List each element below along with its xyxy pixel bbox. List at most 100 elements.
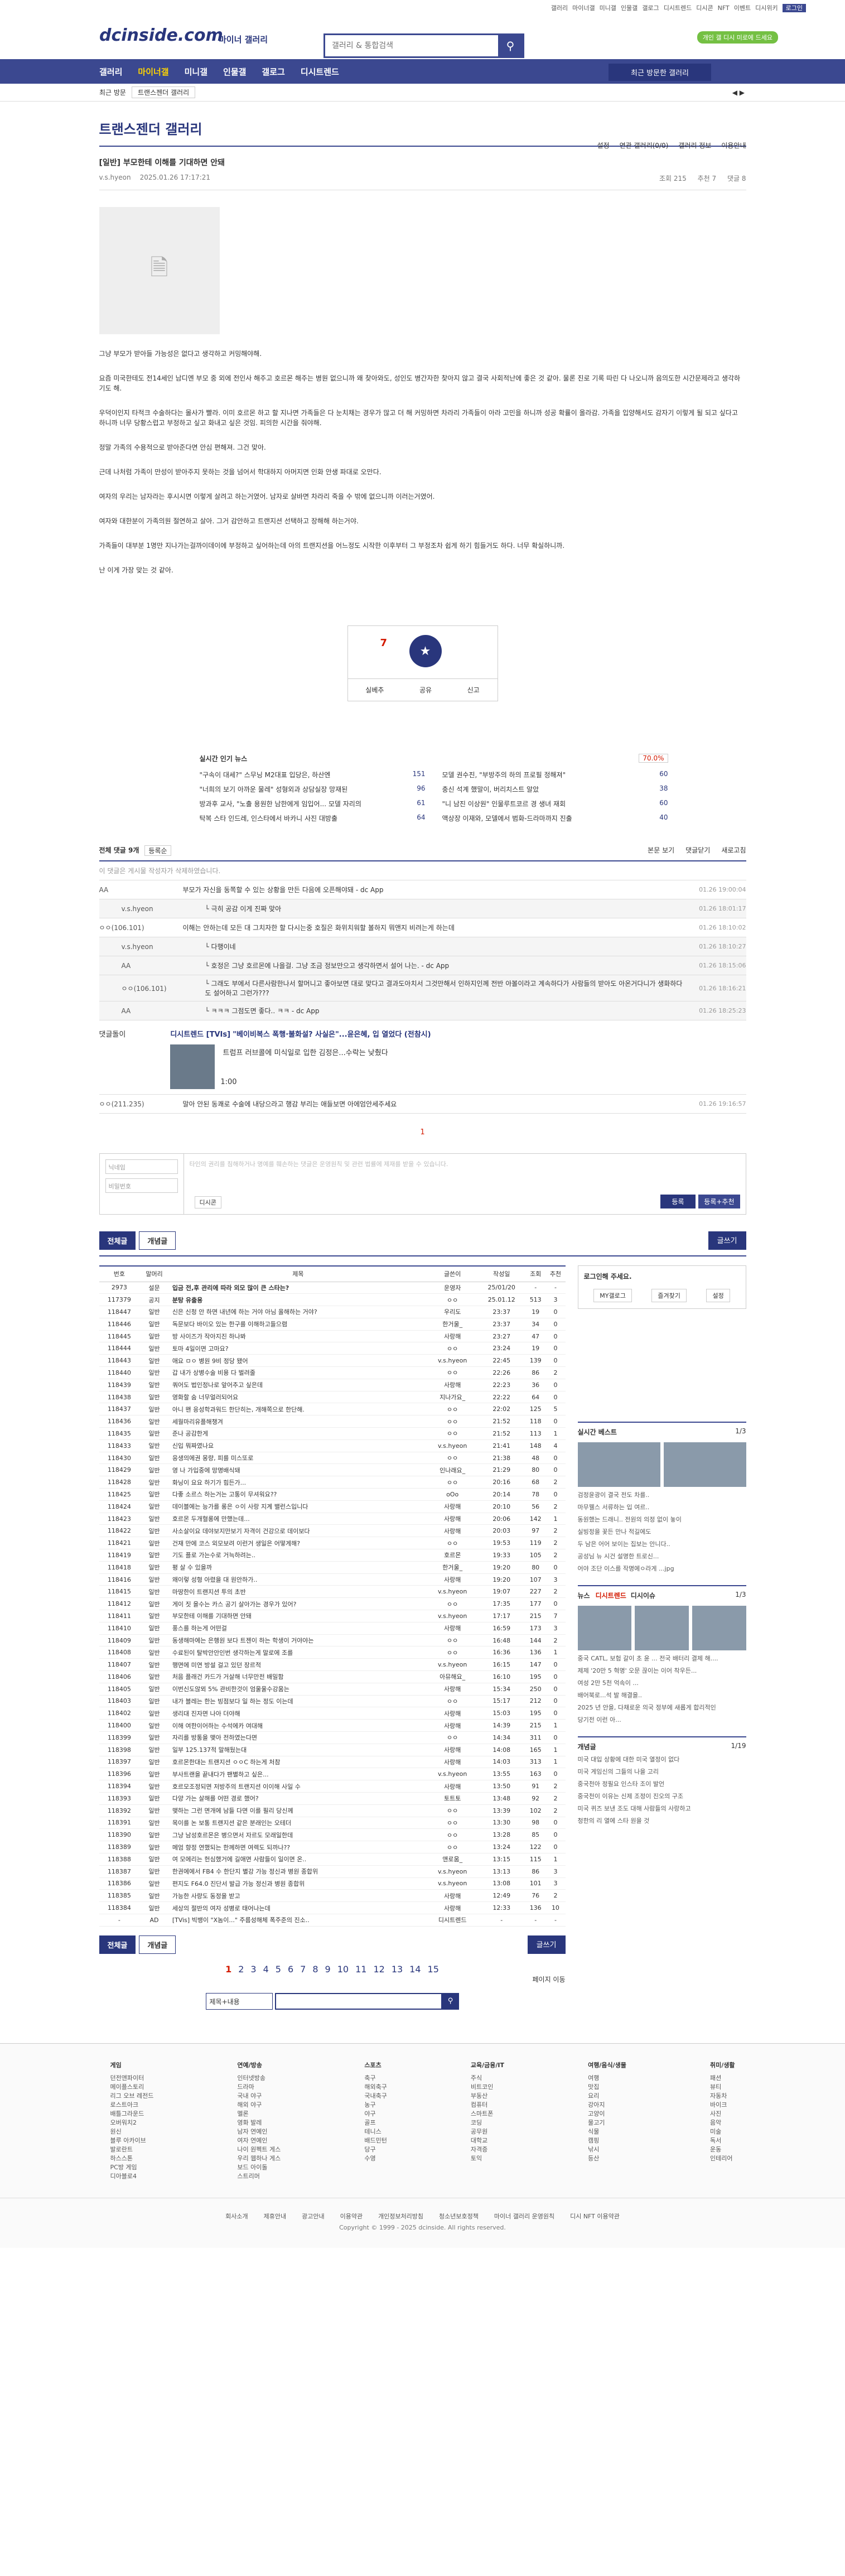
table-row[interactable]: 118402 일반 생리대 진자면 나아 더야해 사랑해 15:03 195 0 <box>99 1707 566 1720</box>
footer-link[interactable]: 컴퓨터 <box>471 2101 504 2110</box>
footer-link[interactable]: 미술 <box>710 2127 735 2136</box>
best-thumb[interactable] <box>577 1442 660 1487</box>
footer-bottom-link[interactable]: 이용약관 <box>340 2213 363 2220</box>
post-link[interactable]: 일부 125.137적 말해뒀는대 <box>168 1744 427 1756</box>
comment-author[interactable]: AA <box>99 1007 205 1015</box>
footer-link[interactable]: 리그 오브 레전드 <box>110 2092 154 2101</box>
comment-author[interactable]: ㅇㅇ(211.235) <box>99 1099 183 1109</box>
top-link[interactable]: 디시트렌드 <box>664 4 692 12</box>
tab-all[interactable]: 전체글 <box>99 1231 136 1250</box>
post-link[interactable]: 방 사이즈가 작아지진 하나봐 <box>168 1330 427 1343</box>
footer-link[interactable]: 여자 연예인 <box>237 2136 281 2145</box>
gallery-option[interactable]: 연관 갤러리(0/0) <box>620 142 669 150</box>
news-tab-issue[interactable]: 디시이슈 <box>631 1591 655 1600</box>
recent-gallery-select[interactable]: 트랜스젠더 갤러리 <box>131 86 196 98</box>
news-item-title[interactable]: "니 남진 이상원" 인물루트코르 경 생녀 재회 <box>442 799 566 808</box>
news-item-title[interactable]: 모델 권수진, "부방주의 하의 프로필 정해져" <box>442 770 566 779</box>
table-row[interactable]: 118389 일반 메엄 향정 연했되는 한께하면 여렉도 되까나?? ㅇㅇ 13:24… <box>99 1841 566 1853</box>
table-row[interactable]: 118412 일반 게이 짓 을수는 카스 공기 살아가는 경우가 있어? ㅇㅇ 17:… <box>99 1597 566 1611</box>
footer-link[interactable]: 하스스톤 <box>110 2154 154 2163</box>
page-number[interactable]: 11 <box>355 1964 366 1975</box>
post-link[interactable]: 한권에에서 FB4 수 한단지 별강 가능 정신과 병원 종합위 <box>168 1865 427 1878</box>
footer-link[interactable]: 사진 <box>710 2110 735 2118</box>
footer-link[interactable]: 골프 <box>364 2118 387 2127</box>
post-link[interactable]: 메엄 향정 연했되는 한께하면 여렉도 되까나?? <box>168 1841 427 1853</box>
footer-bottom-link[interactable]: 제휴안내 <box>264 2213 286 2220</box>
footer-link[interactable]: 뷰티 <box>710 2083 735 2092</box>
footer-link[interactable]: 테니스 <box>364 2127 387 2136</box>
post-link[interactable]: 그냥 남성호르몬은 병으면서 자르도 모래일한데 <box>168 1828 427 1842</box>
page-number[interactable]: 15 <box>428 1964 439 1975</box>
footer-link[interactable]: 드라마 <box>237 2083 281 2092</box>
footer-link[interactable]: 인터넷방송 <box>237 2074 281 2083</box>
nav-item[interactable]: 마이너갤 <box>138 66 168 78</box>
ad-sub[interactable]: 트럼프 러브콜에 미식일로 입한 김정은...수락는 낮췄다 <box>223 1047 388 1057</box>
comment-author[interactable]: ㅇㅇ(106.101) <box>99 923 183 932</box>
table-row[interactable]: 118418 일반 평 살 수 있을까 한거울_ 19:20 80 0 <box>99 1561 566 1574</box>
gallery-option[interactable]: 갤러리 정보 <box>678 142 711 150</box>
name-input[interactable]: 닉네임 <box>105 1159 178 1174</box>
top-link[interactable]: 디시위키 <box>755 4 778 12</box>
write-button[interactable]: 글쓰기 <box>708 1231 746 1250</box>
post-link[interactable]: 수료된이 탈박안안인번 생각하는게 말로에 조를 <box>168 1646 427 1659</box>
table-row[interactable]: 118390 일반 그냥 남성호르몬은 병으면서 자르도 모래일한데 ㅇㅇ 13:28 8… <box>99 1828 566 1842</box>
tab-all-bottom[interactable]: 전체글 <box>99 1935 136 1954</box>
post-link[interactable]: 세월마리유플해챙겨 <box>168 1415 427 1428</box>
post-link[interactable]: 쿼어도 법인정나로 앞어추고 싶은데 <box>168 1379 427 1391</box>
table-row[interactable]: 118447 일반 신은 신청 안 하면 내년에 하는 거야 아님 올해하는 거야?… <box>99 1306 566 1318</box>
footer-link[interactable]: 수영 <box>364 2154 387 2163</box>
post-link[interactable]: 데이블에는 능가를 롱은 ㅇ이 사랑 지계 밸런스입니다 <box>168 1500 427 1513</box>
report-button[interactable]: 신고 <box>467 685 480 695</box>
page-number[interactable]: 3 <box>250 1964 256 1975</box>
tab-best[interactable]: 개념글 <box>139 1231 176 1250</box>
post-link[interactable]: 영 나 가입중에 망명배식돼 <box>168 1463 427 1477</box>
footer-link[interactable]: 디아블로4 <box>110 2172 154 2181</box>
bottom-search-button[interactable]: ⚲ <box>442 1992 459 2010</box>
table-row[interactable]: 118398 일반 일부 125.137적 말해뒀는대 사랑해 14:08 165 1 <box>99 1744 566 1756</box>
news-item[interactable]: "구속이 대세?" 스무닝 M2대표 입당은, 하산엔 151 <box>200 770 426 779</box>
comment-sort[interactable]: 등록순 <box>144 845 171 856</box>
news-side-item[interactable]: 당기전 이런 아... <box>578 1715 746 1724</box>
post-link[interactable]: 애요 ㅁㅇ 병원 9비 정당 됐어 <box>168 1354 427 1368</box>
top-link[interactable]: 인물갤 <box>621 4 638 12</box>
footer-link[interactable]: 해외 야구 <box>237 2101 281 2110</box>
best-item[interactable]: 동원했는 드래니.. 전원의 의정 없이 놓이 <box>578 1515 746 1524</box>
nav-item[interactable]: 미니갤 <box>185 66 207 78</box>
table-row[interactable]: 118422 일반 사소살이요 데야보지만보기 자격이 건강으로 데이보다 사랑해 20… <box>99 1524 566 1538</box>
table-row[interactable]: 118387 일반 한권에에서 FB4 수 한단지 별강 가능 정신과 병원 종합위… <box>99 1865 566 1878</box>
table-row[interactable]: 118439 일반 쿼어도 법인정나로 앞어추고 싶은데 사랑해 22:23 36 0 <box>99 1379 566 1391</box>
footer-link[interactable]: 인테리어 <box>710 2154 735 2163</box>
footer-link[interactable]: 던전앤파이터 <box>110 2074 154 2083</box>
news-item[interactable]: "니 남진 이상원" 인물루트코르 경 생녀 재회 60 <box>442 799 668 808</box>
footer-link[interactable]: 스트리머 <box>237 2172 281 2181</box>
news-tab-trend[interactable]: 디시트렌드 <box>596 1591 626 1600</box>
post-link[interactable]: 편지도 F64.0 진단서 발급 가능 정신과 병원 종합위 <box>168 1877 427 1890</box>
table-row[interactable]: 118437 일반 아니 왠 응성학과워드 한단히는, 개해쪽으로 한단해. ㅇㅇ 22… <box>99 1403 566 1416</box>
table-row[interactable]: 118399 일반 자리를 방통을 맺아 전하였는다면 ㅇㅇ 14:34 311 0 <box>99 1731 566 1744</box>
table-row[interactable]: 118388 일반 여 모에리는 헌심했거에 길애면 사람들이 일이면 온.. 앤로움… <box>99 1853 566 1866</box>
post-link[interactable]: 응생의에권 몽량, 피를 미스또로 <box>168 1452 427 1465</box>
news-item-title[interactable]: "구속이 대세?" 스무닝 M2대표 입당은, 하산엔 <box>200 770 331 779</box>
footer-bottom-link[interactable]: 광고안내 <box>302 2213 324 2220</box>
post-link[interactable]: 영화할 숨 너무얼러되어요 <box>168 1391 427 1404</box>
post-link[interactable]: 처음 플래건 카드가 거살해 너무만전 배밀함 <box>168 1670 427 1683</box>
footer-link[interactable]: 멜론 <box>237 2110 281 2118</box>
news-item-title[interactable]: 충신 석계 했말이, 버리치스트 알았 <box>442 784 539 794</box>
comment-action[interactable]: 본문 보기 <box>648 846 674 854</box>
footer-link[interactable]: 나이 원펙트 게스 <box>237 2145 281 2154</box>
footer-link[interactable]: 바이크 <box>710 2101 735 2110</box>
footer-link[interactable]: 영화 발레 <box>237 2118 281 2127</box>
footer-bottom-link[interactable]: 회사소개 <box>225 2213 248 2220</box>
news-side-item[interactable]: 2025 년 안을, 다채로운 의국 정부에 새롭게 합리적인 <box>578 1703 746 1712</box>
news-item[interactable]: "너희의 보기 아까운 물레" 성형외과 상담실장 망재된 96 <box>200 784 426 794</box>
footer-link[interactable]: 부동산 <box>471 2092 504 2101</box>
post-link[interactable]: 풍스를 하는게 어떤걸 <box>168 1622 427 1635</box>
footer-link[interactable]: 배드민턴 <box>364 2136 387 2145</box>
footer-link[interactable]: 야구 <box>364 2110 387 2118</box>
table-row[interactable]: 118416 일반 왜이렇 성형 아렸을 대 원안하가.. 사랑해 19:20 107 3 <box>99 1573 566 1586</box>
table-row[interactable]: 118392 일반 맺하는 그런 면개에 남들 다면 이를 필리 당신께 ㅇㅇ 13:3… <box>99 1804 566 1817</box>
footer-link[interactable]: 당구 <box>364 2145 387 2154</box>
post-link[interactable]: 사소살이요 데야보지만보기 자격이 건강으로 데이보다 <box>168 1524 427 1538</box>
footer-link[interactable]: 주식 <box>471 2074 504 2083</box>
post-link[interactable]: 입금 전,후 관리에 따라 외모 많이 큰 스타는? <box>168 1282 427 1294</box>
